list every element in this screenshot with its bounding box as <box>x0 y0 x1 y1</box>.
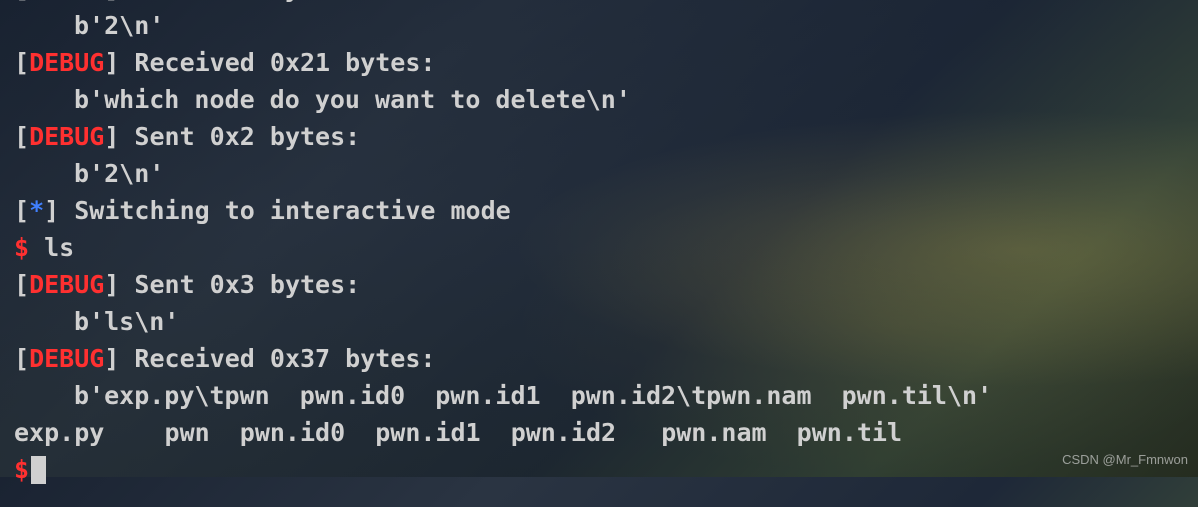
debug-tag: DEBUG <box>29 0 104 3</box>
log-text: b'2\n' <box>74 11 164 40</box>
ls-output: exp.py pwn pwn.id0 pwn.id1 pwn.id2 pwn.n… <box>14 418 902 447</box>
log-text: ] Received 0x21 bytes: <box>104 48 435 77</box>
bracket: [ <box>14 48 29 77</box>
log-text: ] Received 0x37 bytes: <box>104 344 435 373</box>
prompt-line[interactable]: $ <box>14 451 1184 488</box>
output-line: b'2\n' <box>14 155 1184 192</box>
log-text: b'which node do you want to delete\n' <box>74 85 631 114</box>
debug-tag: DEBUG <box>29 48 104 77</box>
bracket: [ <box>14 0 29 3</box>
output-line-partial: [DEBUG] Sent 0x2 bytes: <box>14 0 1184 7</box>
output-line: b'which node do you want to delete\n' <box>14 81 1184 118</box>
log-text: b'2\n' <box>74 159 164 188</box>
output-line: exp.py pwn pwn.id0 pwn.id1 pwn.id2 pwn.n… <box>14 414 1184 451</box>
debug-tag: DEBUG <box>29 270 104 299</box>
debug-tag: DEBUG <box>29 344 104 373</box>
bracket: [ <box>14 196 29 225</box>
log-text: ] Sent 0x3 bytes: <box>104 270 360 299</box>
command-text: ls <box>29 233 74 262</box>
output-line: [DEBUG] Received 0x37 bytes: <box>14 340 1184 377</box>
star-tag: * <box>29 196 44 225</box>
output-line: [DEBUG] Sent 0x3 bytes: <box>14 266 1184 303</box>
output-line: [DEBUG] Sent 0x2 bytes: <box>14 118 1184 155</box>
output-line: b'ls\n' <box>14 303 1184 340</box>
prompt-line[interactable]: $ ls <box>14 229 1184 266</box>
watermark-text: CSDN @Mr_Fmnwon <box>1062 450 1188 469</box>
log-text: ] Sent 0x2 bytes: <box>104 122 360 151</box>
cursor-icon <box>31 456 46 484</box>
log-text: b'ls\n' <box>74 307 179 336</box>
output-line: b'exp.py\tpwn pwn.id0 pwn.id1 pwn.id2\tp… <box>14 377 1184 414</box>
bracket: [ <box>14 122 29 151</box>
bracket: [ <box>14 270 29 299</box>
bracket: [ <box>14 344 29 373</box>
prompt-dollar: $ <box>14 233 29 262</box>
output-line: [DEBUG] Received 0x21 bytes: <box>14 44 1184 81</box>
debug-tag: DEBUG <box>29 122 104 151</box>
prompt-dollar: $ <box>14 455 29 484</box>
log-text: ] Sent 0x2 bytes: <box>104 0 360 3</box>
terminal-output[interactable]: [DEBUG] Sent 0x2 bytes: b'2\n' [DEBUG] R… <box>0 0 1198 488</box>
output-line: b'2\n' <box>14 7 1184 44</box>
output-line: [*] Switching to interactive mode <box>14 192 1184 229</box>
log-text: b'exp.py\tpwn pwn.id0 pwn.id1 pwn.id2\tp… <box>74 381 992 410</box>
log-text: ] Switching to interactive mode <box>44 196 511 225</box>
